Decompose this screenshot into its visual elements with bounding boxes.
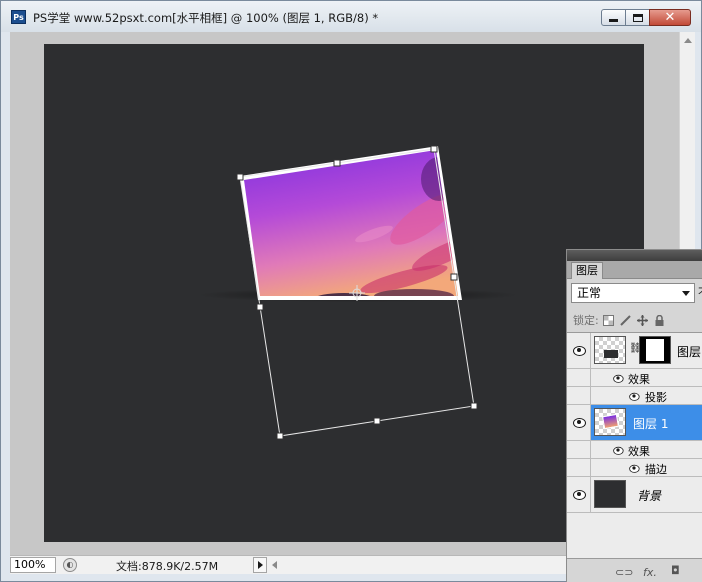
lock-label: 锁定:	[573, 314, 599, 327]
effect-eye-icon[interactable]	[628, 464, 640, 473]
handle-top-left[interactable]	[236, 173, 244, 181]
document-title: PS学堂 www.52psxt.com[水平相框] @ 100% (图层 1, …	[33, 11, 379, 25]
opacity-label-partial: 不	[698, 284, 702, 300]
canvas-artwork	[198, 145, 518, 440]
layer-thumbnail	[594, 480, 626, 508]
handle-middle-right[interactable]	[450, 273, 458, 281]
layer-name: 图层 1	[633, 417, 669, 431]
handle-bottom-center[interactable]	[373, 417, 381, 425]
handle-top-right[interactable]	[430, 145, 438, 153]
layer-row-selected[interactable]: 图层 1	[567, 405, 702, 441]
minimize-icon	[609, 19, 618, 22]
layer-thumbnail	[594, 336, 626, 364]
layer-list: ⛓ 图层 效果 投影 图层 1 效果 描边 背景	[567, 332, 702, 558]
effects-eye-icon[interactable]	[612, 374, 624, 383]
status-info-icon[interactable]: ◐	[63, 558, 77, 572]
visibility-eye-icon[interactable]	[572, 417, 586, 428]
close-icon: ✕	[664, 10, 676, 25]
effects-eye-icon[interactable]	[612, 446, 624, 455]
handle-bottom-left[interactable]	[276, 432, 284, 440]
effects-label: 效果	[628, 373, 650, 386]
handle-middle-left[interactable]	[256, 303, 264, 311]
maximize-button[interactable]	[625, 9, 650, 26]
document-size-info: 文档:878.9K/2.57M	[116, 560, 219, 573]
lock-all-icon[interactable]	[654, 314, 665, 326]
effects-row[interactable]: 效果	[567, 369, 702, 387]
panel-header[interactable]	[567, 250, 702, 261]
panel-footer: ⊂⊃ fx. ◘	[567, 558, 702, 582]
mask-icon[interactable]: ◘	[671, 564, 680, 577]
close-button[interactable]: ✕	[649, 9, 691, 26]
maximize-icon	[632, 13, 643, 22]
effects-row[interactable]: 效果	[567, 441, 702, 459]
effect-name: 描边	[645, 463, 667, 476]
photoshop-app-icon: Ps	[11, 10, 26, 24]
effect-name: 投影	[645, 391, 667, 404]
zoom-level-field[interactable]: 100%	[10, 557, 56, 573]
layer-thumbnail	[594, 408, 626, 436]
layer-row[interactable]: ⛓ 图层	[567, 333, 702, 369]
panel-tab-strip: 图层	[567, 261, 702, 279]
title-bar[interactable]: Ps PS学堂 www.52psxt.com[水平相框] @ 100% (图层 …	[1, 1, 701, 32]
canvas[interactable]	[44, 44, 644, 542]
blend-mode-value: 正常	[577, 286, 602, 300]
visibility-eye-icon[interactable]	[572, 345, 586, 356]
effects-label: 效果	[628, 445, 650, 458]
minimize-button[interactable]	[601, 9, 626, 26]
effect-item-drop-shadow[interactable]: 投影	[567, 387, 702, 405]
effect-eye-icon[interactable]	[628, 392, 640, 401]
layers-panel: 图层 正常 不 锁定: ⛓ 图层	[566, 249, 702, 582]
sky-photo	[244, 150, 458, 296]
lock-paint-icon[interactable]	[620, 314, 631, 326]
handle-bottom-right[interactable]	[470, 402, 478, 410]
scroll-up-icon[interactable]	[684, 38, 692, 43]
layer-mask-thumbnail[interactable]	[639, 336, 671, 364]
visibility-eye-icon[interactable]	[572, 489, 586, 500]
lock-transparent-icon[interactable]	[602, 314, 614, 326]
window-controls: ✕	[601, 9, 691, 26]
scroll-left-icon[interactable]	[272, 561, 277, 569]
lock-move-icon[interactable]	[636, 314, 648, 326]
blend-mode-select[interactable]: 正常	[571, 283, 695, 303]
status-menu-arrow-icon[interactable]	[253, 557, 267, 573]
chevron-down-icon	[682, 291, 690, 296]
tab-layers[interactable]: 图层	[571, 262, 603, 279]
fx-icon[interactable]: fx.	[643, 566, 657, 579]
lock-row: 锁定:	[573, 312, 671, 328]
handle-top-center[interactable]	[333, 159, 341, 167]
photoshop-window: Ps PS学堂 www.52psxt.com[水平相框] @ 100% (图层 …	[0, 0, 702, 582]
link-icon[interactable]: ⊂⊃	[615, 566, 633, 579]
layer-row-background[interactable]: 背景	[567, 477, 702, 513]
layer-name: 背景	[637, 489, 662, 503]
layer-name: 图层	[677, 345, 702, 359]
effect-item-stroke[interactable]: 描边	[567, 459, 702, 477]
